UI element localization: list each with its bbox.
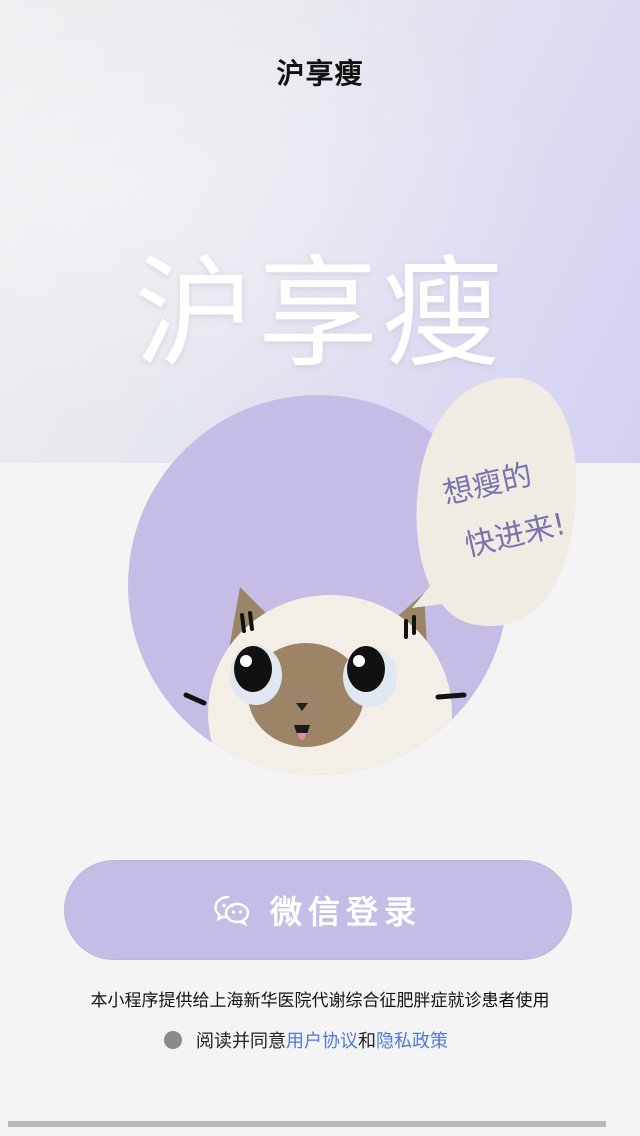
hero-logo-text: 沪享瘦 [134, 245, 506, 384]
agreement-prefix: 阅读并同意 [196, 1031, 286, 1052]
usage-notice: 本小程序提供给上海新华医院代谢综合征肥胖症就诊患者使用 [90, 991, 550, 1011]
page-title: 沪享瘦 [276, 57, 364, 90]
user-agreement-link[interactable]: 用户协议 [286, 1027, 358, 1053]
agreement-and: 和 [358, 1031, 376, 1052]
wechat-login-button[interactable]: 微信登录 [64, 860, 572, 960]
bottom-divider [8, 1121, 606, 1127]
agreement-row: 阅读并同意 用户协议 和 隐私政策 [164, 1028, 448, 1052]
wechat-icon [214, 895, 250, 926]
agree-radio-button[interactable] [164, 1031, 182, 1049]
privacy-policy-link[interactable]: 隐私政策 [376, 1027, 448, 1053]
login-screen: 沪享瘦 沪享瘦 想瘦的 快进来! 微信登录 本小程序提供给上海新华医院代谢综合征… [0, 0, 640, 1136]
login-button-label: 微信登录 [269, 893, 422, 931]
speech-bubble: 想瘦的 快进来! [412, 372, 580, 632]
